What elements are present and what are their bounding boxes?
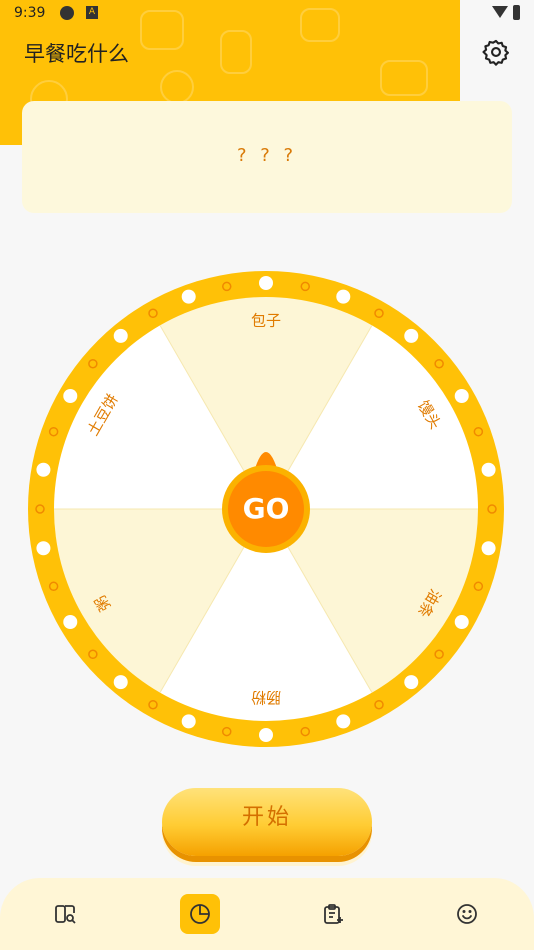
- page-title: 早餐吃什么: [24, 42, 129, 66]
- rim-light: [181, 714, 196, 729]
- battery-icon: [513, 5, 520, 20]
- notification-icon: [60, 6, 74, 20]
- result-card: ? ? ?: [22, 101, 512, 213]
- rim-light: [454, 615, 469, 629]
- rim-light: [454, 389, 469, 403]
- smile-icon: [457, 904, 477, 924]
- nav-item-discover[interactable]: [46, 894, 86, 934]
- nav-item-wheel[interactable]: [180, 894, 220, 934]
- wifi-icon: [492, 6, 508, 18]
- rim-light: [113, 675, 128, 690]
- result-text: ? ? ?: [236, 145, 298, 166]
- wheel-graphic: 包子馒头油条肠粉粥土豆饼GO: [28, 271, 504, 747]
- rim-light: [259, 276, 273, 290]
- rim-light: [181, 289, 196, 304]
- nav-item-add[interactable]: [313, 894, 353, 934]
- book-search-icon: [55, 905, 76, 924]
- rim-light: [336, 714, 351, 729]
- rim-light: [404, 328, 419, 343]
- status-time: 9:39: [14, 5, 46, 21]
- gear-icon: [482, 39, 509, 66]
- settings-button[interactable]: [482, 38, 510, 66]
- go-label: GO: [243, 492, 290, 525]
- pie-chart-icon: [190, 904, 210, 924]
- wheel-segment-label: 肠粉: [251, 689, 281, 707]
- rim-light: [63, 615, 78, 629]
- status-bar: 9:39 A: [0, 0, 534, 28]
- rim-light: [481, 541, 496, 556]
- rim-light: [404, 675, 419, 690]
- app-notification-icon: A: [86, 6, 98, 19]
- wheel-segment-label: 包子: [251, 312, 281, 330]
- rim-light: [63, 389, 78, 403]
- app-screen: 9:39 A 早餐吃什么 ? ? ? 包子 馒头 油条 肠粉粥土豆饼 GO 开始: [0, 0, 534, 950]
- rim-light: [36, 462, 51, 477]
- spin-wheel[interactable]: 包子 馒头 油条 肠粉粥土豆饼 GO: [26, 269, 506, 749]
- rim-light: [336, 289, 351, 304]
- rim-light: [36, 541, 51, 556]
- rim-light: [481, 462, 496, 477]
- clipboard-add-icon: [324, 904, 343, 924]
- nav-item-profile[interactable]: [447, 894, 487, 934]
- start-button-label: 开始: [241, 805, 292, 830]
- bottom-nav: [0, 878, 534, 950]
- rim-light: [259, 728, 273, 742]
- start-button[interactable]: 开始: [162, 788, 372, 856]
- rim-light: [113, 328, 128, 343]
